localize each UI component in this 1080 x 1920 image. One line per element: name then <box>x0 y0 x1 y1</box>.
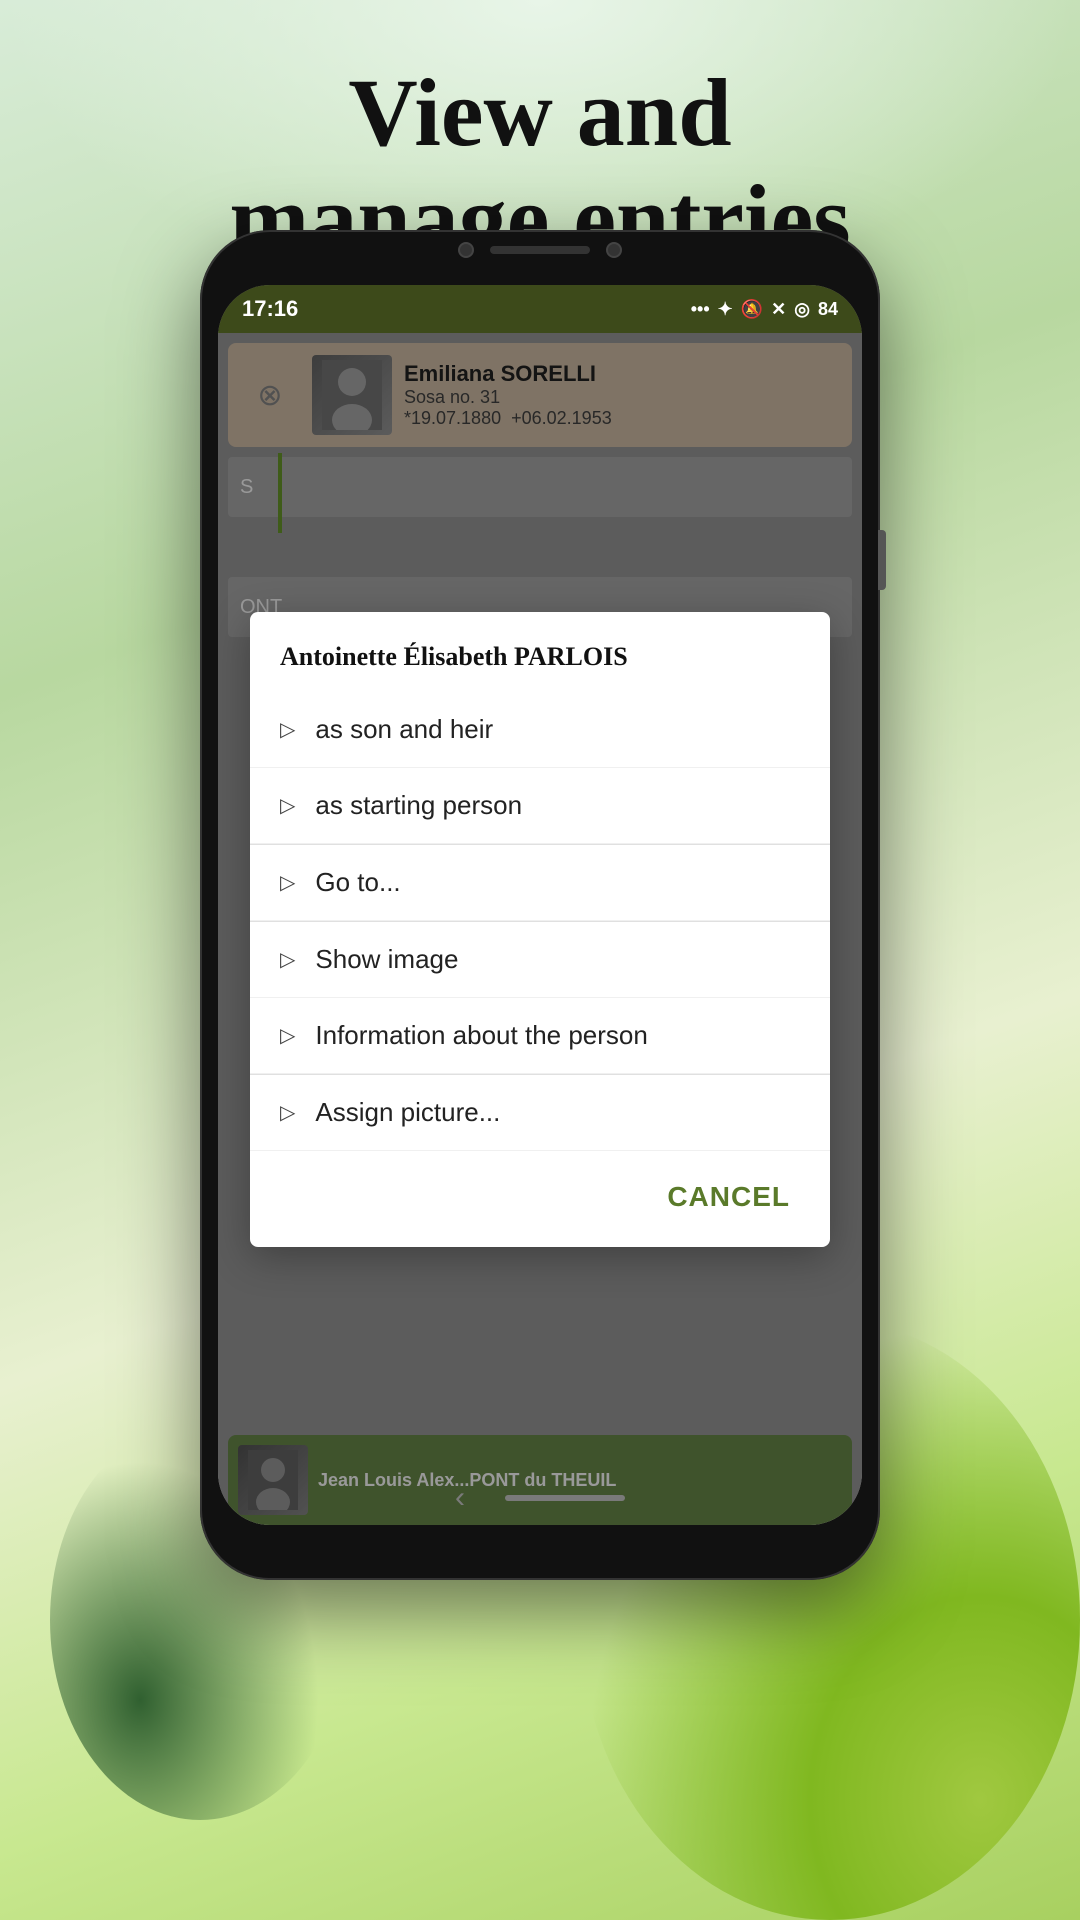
camera-dot-left <box>458 242 474 258</box>
go-to-label: Go to... <box>315 867 400 898</box>
dialog-title: Antoinette Élisabeth PARLOIS <box>250 612 830 692</box>
phone-screen: 17:16 ••• ✦ 🔕 ✕ ◎ 84 Shakespeare 👤 ⌂ ⊗ <box>218 285 862 1525</box>
screen-content: ⊗ Emiliana SORELLI Sosa no. 31 *19.07 <box>218 333 862 1525</box>
chevron-icon-4: ▷ <box>280 947 295 972</box>
speaker-bar <box>490 246 590 254</box>
modal-overlay: Antoinette Élisabeth PARLOIS ▷ as son an… <box>218 333 862 1525</box>
dialog-item-as-starting-person[interactable]: ▷ as starting person <box>250 768 830 844</box>
information-label: Information about the person <box>315 1020 647 1051</box>
assign-picture-label: Assign picture... <box>315 1097 500 1128</box>
dialog-item-information[interactable]: ▷ Information about the person <box>250 998 830 1074</box>
as-starting-person-label: as starting person <box>315 790 522 821</box>
dialog-item-go-to[interactable]: ▷ Go to... <box>250 845 830 921</box>
mute-icon: 🔕 <box>741 299 763 320</box>
show-image-label: Show image <box>315 944 458 975</box>
battery-level: 84 <box>818 299 838 320</box>
chevron-icon-3: ▷ <box>280 870 295 895</box>
status-bar: 17:16 ••• ✦ 🔕 ✕ ◎ 84 <box>218 285 862 333</box>
dialog-item-assign-picture[interactable]: ▷ Assign picture... <box>250 1075 830 1151</box>
camera-dot-right <box>606 242 622 258</box>
chevron-icon-6: ▷ <box>280 1100 295 1125</box>
chevron-icon-2: ▷ <box>280 793 295 818</box>
status-icons: ••• ✦ 🔕 ✕ ◎ 84 <box>691 299 838 320</box>
phone-frame: 17:16 ••• ✦ 🔕 ✕ ◎ 84 Shakespeare 👤 ⌂ ⊗ <box>200 230 880 1580</box>
wifi-icon: ◎ <box>794 299 810 320</box>
phone-camera-area <box>458 242 622 258</box>
signal-dots-icon: ••• <box>691 299 710 320</box>
battery-x-icon: ✕ <box>771 299 786 320</box>
power-button <box>878 530 886 590</box>
dialog-cancel-row: CANCEL <box>250 1151 830 1247</box>
status-time: 17:16 <box>242 296 298 322</box>
chevron-icon-1: ▷ <box>280 717 295 742</box>
dialog-item-as-son-heir[interactable]: ▷ as son and heir <box>250 692 830 768</box>
cancel-button[interactable]: CANCEL <box>657 1171 800 1223</box>
bluetooth-icon: ✦ <box>718 299 733 320</box>
chevron-icon-5: ▷ <box>280 1023 295 1048</box>
context-menu-dialog: Antoinette Élisabeth PARLOIS ▷ as son an… <box>250 612 830 1247</box>
dialog-item-show-image[interactable]: ▷ Show image <box>250 922 830 998</box>
as-son-heir-label: as son and heir <box>315 714 493 745</box>
